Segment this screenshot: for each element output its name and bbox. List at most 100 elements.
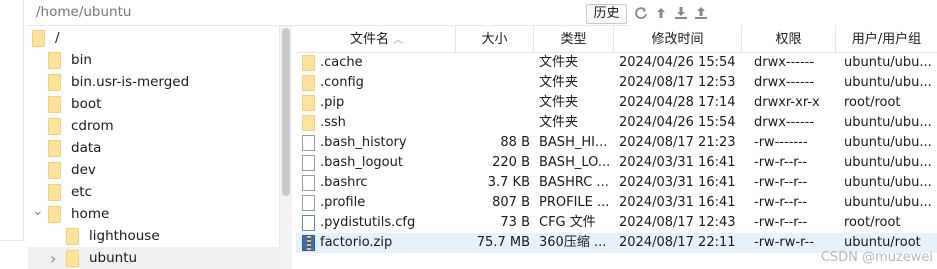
file-name: factorio.zip bbox=[320, 235, 393, 250]
tree-item-label: home bbox=[71, 206, 110, 222]
folder-icon bbox=[66, 227, 79, 245]
file-row[interactable]: .cache 文件夹 2024/04/26 15:54 drwx------ ubunt… bbox=[296, 53, 937, 73]
file-modified: 2024/08/17 12:43 bbox=[619, 215, 736, 230]
file-size: 220 B bbox=[492, 155, 530, 170]
file-type: 文件夹 bbox=[539, 95, 579, 110]
file-modified: 2024/03/31 16:41 bbox=[619, 175, 736, 190]
chevron-right-icon[interactable]: › bbox=[50, 249, 56, 268]
cfg-icon bbox=[302, 215, 315, 231]
file-owner: root/root bbox=[844, 215, 901, 230]
column-type[interactable]: 类型 bbox=[534, 26, 614, 53]
directory-tree: / bin bin.usr-is-merged boot cdrom data dev etc… bbox=[28, 26, 280, 269]
file-list: 文件名 ︿ 大小 类型 修改时间 权限 用户/用户组 .cache 文件夹 2024… bbox=[296, 26, 937, 269]
file-modified: 2024/03/31 16:41 bbox=[619, 155, 736, 170]
left-pane-edge bbox=[0, 0, 24, 241]
tree-item-label: bin bbox=[71, 52, 92, 68]
column-owner[interactable]: 用户/用户组 bbox=[836, 26, 937, 53]
sort-asc-icon: ︿ bbox=[393, 35, 404, 46]
file-modified: 2024/04/26 15:54 bbox=[619, 55, 736, 70]
file-owner: ubuntu/ubu... bbox=[844, 75, 932, 90]
file-row[interactable]: .pydistutils.cfg 73 B CFG 文件 2024/08/17 12:… bbox=[296, 213, 937, 233]
file-type: 文件夹 bbox=[539, 75, 579, 90]
upload-icon[interactable] bbox=[654, 6, 668, 20]
tree-item[interactable]: bin bbox=[28, 49, 280, 71]
tree-item-label: / bbox=[55, 30, 60, 46]
path-bar: /home/ubuntu bbox=[28, 0, 628, 26]
file-row[interactable]: .bash_logout 220 B BASH_LO... 2024/03/31 16… bbox=[296, 153, 937, 173]
path-input[interactable]: /home/ubuntu bbox=[36, 4, 131, 20]
file-icon bbox=[302, 195, 315, 211]
file-perm: drwx------ bbox=[754, 115, 815, 130]
tree-item[interactable]: dev bbox=[28, 159, 280, 181]
tree-item-label: etc bbox=[71, 184, 93, 200]
file-row[interactable]: .pip 文件夹 2024/04/28 17:14 drwxr-xr-x root/ro… bbox=[296, 93, 937, 113]
folder-icon bbox=[302, 55, 315, 71]
file-type: CFG 文件 bbox=[539, 215, 596, 230]
file-type: BASH_LO... bbox=[539, 155, 611, 170]
file-owner: root/root bbox=[844, 95, 901, 110]
tree-item[interactable]: / bbox=[28, 27, 280, 49]
folder-icon bbox=[66, 249, 79, 267]
file-owner: ubuntu/ubu... bbox=[844, 55, 932, 70]
file-list-header: 文件名 ︿ 大小 类型 修改时间 权限 用户/用户组 bbox=[296, 26, 937, 53]
file-owner: ubuntu/ubu... bbox=[844, 135, 932, 150]
tree-item-label: ubuntu bbox=[89, 250, 138, 266]
upload-to-icon[interactable] bbox=[694, 6, 708, 20]
file-name: .bash_logout bbox=[320, 155, 403, 170]
tree-scrollbar[interactable] bbox=[280, 26, 292, 269]
file-icon bbox=[302, 135, 315, 151]
file-row[interactable]: .ssh 文件夹 2024/04/26 15:54 drwx------ ubuntu/… bbox=[296, 113, 937, 133]
download-icon[interactable] bbox=[674, 6, 688, 20]
file-size bbox=[456, 93, 530, 113]
file-icon bbox=[302, 155, 315, 171]
tree-item[interactable]: cdrom bbox=[28, 115, 280, 137]
file-name: .cache bbox=[320, 55, 363, 70]
file-size bbox=[456, 73, 530, 93]
file-perm: -rw-r--r-- bbox=[754, 155, 808, 170]
file-size: 88 B bbox=[500, 135, 530, 150]
file-size bbox=[456, 53, 530, 73]
folder-icon bbox=[48, 117, 61, 135]
file-perm: drwx------ bbox=[754, 75, 815, 90]
file-type: BASHRC ... bbox=[539, 175, 609, 190]
tree-item[interactable]: etc bbox=[28, 181, 280, 203]
file-modified: 2024/04/28 17:14 bbox=[619, 95, 736, 110]
folder-icon bbox=[302, 75, 315, 91]
folder-icon bbox=[48, 139, 61, 157]
history-button[interactable]: 历史 bbox=[586, 4, 627, 24]
tree-item[interactable]: › ubuntu bbox=[28, 247, 280, 269]
tree-item[interactable]: ⌄ home bbox=[28, 203, 280, 225]
column-permissions[interactable]: 权限 bbox=[742, 26, 836, 53]
file-type: 文件夹 bbox=[539, 115, 579, 130]
tree-item[interactable]: lighthouse bbox=[28, 225, 280, 247]
file-row[interactable]: .config 文件夹 2024/08/17 12:53 drwx------ ubun… bbox=[296, 73, 937, 93]
tree-item[interactable]: boot bbox=[28, 93, 280, 115]
file-modified: 2024/08/17 22:11 bbox=[619, 235, 736, 250]
column-modified[interactable]: 修改时间 bbox=[614, 26, 742, 53]
folder-icon bbox=[48, 73, 61, 91]
column-name[interactable]: 文件名 ︿ bbox=[296, 26, 456, 53]
scrollbar-thumb[interactable] bbox=[282, 28, 290, 196]
tree-item-label: bin.usr-is-merged bbox=[71, 74, 190, 90]
file-size: 3.7 KB bbox=[487, 175, 530, 190]
file-row[interactable]: .profile 807 B PROFILE ... 2024/03/31 16:41… bbox=[296, 193, 937, 213]
file-size bbox=[456, 113, 530, 133]
file-row[interactable]: .bashrc 3.7 KB BASHRC ... 2024/03/31 16:41 -… bbox=[296, 173, 937, 193]
file-row[interactable]: .bash_history 88 B BASH_HI... 2024/08/17 21… bbox=[296, 133, 937, 153]
file-perm: drwx------ bbox=[754, 55, 815, 70]
tree-item[interactable]: bin.usr-is-merged bbox=[28, 71, 280, 93]
file-perm: drwxr-xr-x bbox=[754, 95, 820, 110]
tree-item[interactable]: data bbox=[28, 137, 280, 159]
file-modified: 2024/04/26 15:54 bbox=[619, 115, 736, 130]
folder-icon bbox=[48, 161, 61, 179]
toolbar-icons bbox=[634, 5, 708, 21]
refresh-icon[interactable] bbox=[634, 6, 648, 20]
folder-icon bbox=[48, 205, 61, 223]
file-type: 360压缩 ... bbox=[539, 235, 607, 250]
file-perm: -rw-r--r-- bbox=[754, 215, 808, 230]
file-type: BASH_HI... bbox=[539, 135, 608, 150]
watermark: CSDN @muzewei bbox=[820, 250, 933, 265]
file-size: 75.7 MB bbox=[476, 235, 530, 250]
column-size[interactable]: 大小 bbox=[456, 26, 534, 53]
chevron-down-icon[interactable]: ⌄ bbox=[32, 203, 44, 219]
